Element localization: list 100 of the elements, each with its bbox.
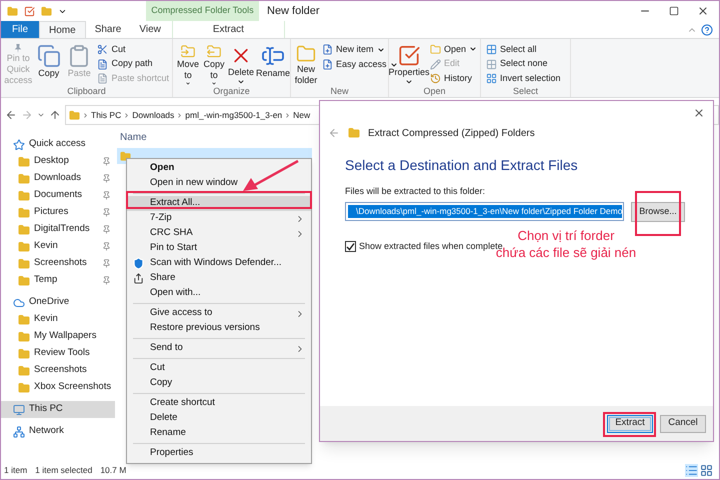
command-icon xyxy=(294,44,318,64)
ribbon-button[interactable]: Move to xyxy=(176,42,200,86)
menu-item[interactable]: Share xyxy=(127,271,311,286)
up-icon[interactable] xyxy=(49,109,61,121)
destination-field[interactable]: \Downloads\pml_-win-mg3500-1_3-en\New folder\Zipped Folder Demo xyxy=(345,202,624,221)
nav-item[interactable]: Pictures xyxy=(1,204,115,221)
command-icon xyxy=(261,44,286,68)
browse-button[interactable]: Browse... xyxy=(631,202,685,222)
caret-icon xyxy=(405,78,413,86)
nav-item[interactable]: DigitalTrends xyxy=(1,221,115,238)
nav-item[interactable]: Kevin xyxy=(1,238,115,255)
nav-item[interactable]: Network xyxy=(1,423,115,440)
menu-item[interactable]: Restore previous versions xyxy=(127,321,311,336)
nav-item[interactable]: Desktop xyxy=(1,153,115,170)
caret-icon xyxy=(469,45,478,54)
nav-item[interactable]: Downloads xyxy=(1,170,115,187)
ribbon-button[interactable]: Select all xyxy=(486,42,561,57)
folder-icon xyxy=(18,190,30,202)
command-icon xyxy=(397,44,421,68)
ribbon-button[interactable]: Copy path xyxy=(97,56,169,72)
nav-item[interactable]: Kevin xyxy=(1,311,115,328)
ribbon-button[interactable]: New folder xyxy=(294,42,318,86)
dialog-button[interactable]: Extract xyxy=(607,414,653,432)
back-icon[interactable] xyxy=(5,109,17,121)
menu-item[interactable]: Pin to Start xyxy=(127,241,311,256)
ribbon-button[interactable]: Copy to xyxy=(202,42,226,86)
pin-icon xyxy=(102,259,111,268)
nav-item[interactable]: Documents xyxy=(1,187,115,204)
menu-item[interactable]: Open with... xyxy=(127,286,311,301)
pin-icon xyxy=(102,174,111,183)
chevron-icon xyxy=(123,112,130,118)
dialog-button[interactable]: Cancel xyxy=(660,414,706,432)
details-view-icon[interactable] xyxy=(685,464,698,476)
checkbox[interactable] xyxy=(345,240,356,252)
ribbon-button[interactable]: Invert selection xyxy=(486,71,561,86)
field-label: Files will be extracted to this folder: xyxy=(345,185,486,198)
breadcrumb[interactable]: New xyxy=(293,108,310,122)
ribbon-button[interactable]: Select none xyxy=(486,56,561,72)
command-icon xyxy=(486,58,497,70)
group-label: New xyxy=(329,86,350,97)
command-icon xyxy=(97,44,108,55)
cloud-icon xyxy=(13,296,25,308)
menu-item[interactable]: 7-Zip xyxy=(127,211,311,226)
breadcrumb[interactable]: pml_-win-mg3500-1_3-en xyxy=(185,108,282,122)
ribbon-tab[interactable]: Share xyxy=(86,21,130,38)
ribbon-button[interactable]: Delete xyxy=(228,42,254,86)
nav-item[interactable]: Quick access xyxy=(1,136,115,153)
nav-item[interactable]: OneDrive xyxy=(1,294,115,311)
command-icon xyxy=(97,58,108,70)
ribbon-tab[interactable]: View xyxy=(130,21,170,38)
ribbon-tab[interactable]: Extract xyxy=(172,21,285,38)
close-icon[interactable] xyxy=(693,107,705,119)
breadcrumb[interactable]: Downloads xyxy=(132,108,174,122)
command-icon xyxy=(486,73,497,84)
nav-item[interactable]: Xbox Screenshots xyxy=(1,379,115,396)
nav-item[interactable]: My Wallpapers xyxy=(1,328,115,345)
folder-icon xyxy=(18,348,30,360)
close-icon[interactable] xyxy=(697,5,709,17)
command-icon xyxy=(430,44,441,55)
command-icon xyxy=(430,73,441,84)
menu-item[interactable]: Send to xyxy=(127,341,311,356)
ribbon-button[interactable]: New item xyxy=(322,42,398,57)
menu-item[interactable]: Give access to xyxy=(127,306,311,321)
command-icon xyxy=(97,73,108,84)
shield-icon xyxy=(132,257,145,270)
maximize-icon[interactable] xyxy=(669,6,679,16)
nav-item[interactable]: Screenshots xyxy=(1,255,115,272)
pin-icon xyxy=(102,191,111,200)
ribbon-button[interactable]: Cut xyxy=(97,42,169,57)
menu-item[interactable]: Delete xyxy=(127,411,311,426)
properties-icon[interactable] xyxy=(24,6,35,16)
chevron-icon xyxy=(284,112,292,118)
column-header[interactable]: Name xyxy=(117,130,307,144)
ribbon-button[interactable]: Rename xyxy=(256,42,290,86)
menu-item[interactable]: Properties xyxy=(127,446,311,461)
file-tab[interactable]: File xyxy=(1,21,39,38)
menu-item[interactable]: Cut xyxy=(127,361,311,376)
ribbon-tab[interactable]: Home xyxy=(39,21,86,38)
nav-item[interactable]: This PC xyxy=(1,401,115,418)
menu-item[interactable]: Copy xyxy=(127,376,311,391)
ribbon-button[interactable]: Open xyxy=(430,42,478,57)
context-tab-group: Compressed Folder Tools xyxy=(146,1,259,21)
menu-item[interactable]: Create shortcut xyxy=(127,396,311,411)
menu-item[interactable]: Open xyxy=(127,161,311,176)
nav-item[interactable]: Temp xyxy=(1,272,115,289)
tiles-view-icon[interactable] xyxy=(700,464,713,476)
ribbon-button[interactable]: Copy xyxy=(34,42,63,86)
help-icon[interactable] xyxy=(701,24,713,36)
dialog-title: Extract Compressed (Zipped) Folders xyxy=(368,126,535,140)
folder-icon xyxy=(18,206,30,218)
nav-item[interactable]: Review Tools xyxy=(1,345,115,362)
folder-icon xyxy=(18,224,30,236)
menu-item[interactable]: Open in new window xyxy=(127,176,311,191)
menu-item[interactable]: CRC SHA xyxy=(127,226,311,241)
command-icon xyxy=(486,44,497,55)
ribbon-button[interactable]: History xyxy=(430,71,478,86)
menu-item[interactable]: Rename xyxy=(127,426,311,441)
breadcrumb[interactable]: This PC xyxy=(91,108,122,122)
menu-item[interactable]: Scan with Windows Defender... xyxy=(127,256,311,271)
nav-item[interactable]: Screenshots xyxy=(1,362,115,379)
